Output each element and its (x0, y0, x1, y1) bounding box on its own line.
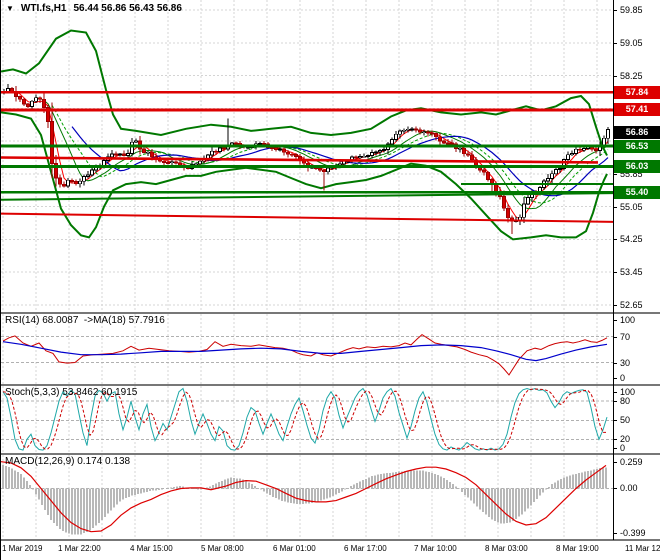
axis-tick (613, 336, 617, 338)
macd-label: MACD(12,26,9) 0.174 0.138 (5, 456, 131, 467)
axis-tick (613, 448, 617, 449)
time-axis-label: 8 Mar 03:00 (485, 544, 528, 553)
axis-tick (613, 362, 617, 364)
ohlc-values: 56.44 56.86 56.43 56.86 (73, 3, 182, 14)
price-badge: 57.41 (614, 103, 660, 117)
time-axis-label: 1 Mar 22:00 (58, 544, 101, 553)
axis-tick (613, 75, 617, 77)
axis-tick (613, 401, 617, 403)
time-axis-label: 11 Mar 12:00 (625, 544, 660, 553)
stoch-tick-label: 80 (620, 396, 631, 407)
macd-tick-label: 0.00 (620, 483, 638, 494)
axis-tick (613, 533, 617, 534)
stoch-tick-label: 0 (620, 443, 626, 453)
price-badge: 56.86 (614, 126, 660, 139)
price-tick-label: 53.45 (620, 267, 643, 278)
price-badge: 56.53 (614, 139, 660, 153)
stoch-label: Stoch(5,3,3) 53.8462 60.1915 (5, 387, 138, 398)
axis-tick (613, 420, 617, 422)
macd-tick-label: 0.259 (620, 457, 643, 467)
price-axis-line (613, 0, 614, 540)
price-badge: 56.03 (614, 160, 660, 173)
axis-tick (613, 378, 617, 379)
axis-tick (613, 320, 617, 321)
chart-title: ▼ WTI.fs,H1 56.44 56.86 56.43 56.86 (6, 3, 182, 14)
dropdown-arrow-icon[interactable]: ▼ (6, 4, 14, 14)
price-tick-label: 52.65 (620, 300, 643, 310)
rsi-label: RSI(14) 68.0087 ->MA(18) 57.7916 (5, 315, 165, 326)
symbol-period: WTI.fs,H1 (20, 3, 67, 14)
chart-window: ▼ WTI.fs,H1 56.44 56.86 56.43 56.86 RSI(… (0, 0, 660, 560)
price-tick-label: 59.05 (620, 37, 643, 48)
axis-tick (613, 173, 617, 175)
axis-tick (613, 239, 617, 241)
panel-separator[interactable] (1, 312, 660, 314)
price-tick-label: 54.25 (620, 234, 643, 245)
rsi-tick-label: 70 (620, 331, 631, 342)
axis-tick (613, 305, 617, 306)
axis-tick (613, 392, 617, 393)
axis-tick (613, 206, 617, 208)
time-axis-label: 1 Mar 2019 (2, 544, 43, 553)
time-axis-label: 7 Mar 10:00 (414, 544, 457, 553)
panel-separator[interactable] (1, 539, 660, 541)
panel-separator[interactable] (1, 384, 660, 386)
axis-tick (613, 462, 617, 463)
stoch-tick-label: 50 (620, 415, 631, 426)
axis-tick (613, 488, 617, 490)
time-axis-label: 4 Mar 15:00 (130, 544, 173, 553)
rsi-tick-label: 0 (620, 373, 626, 383)
axis-tick (613, 272, 617, 274)
price-badge: 55.40 (614, 185, 660, 199)
axis-tick (613, 10, 617, 11)
price-badge: 57.84 (614, 85, 660, 99)
axis-tick (613, 42, 617, 44)
rsi-tick-label: 30 (620, 357, 631, 368)
time-axis-label: 8 Mar 19:00 (556, 544, 599, 553)
time-axis-label: 6 Mar 01:00 (273, 544, 316, 553)
price-tick-label: 58.25 (620, 70, 643, 81)
rsi-tick-label: 100 (620, 315, 636, 325)
price-tick-label: 55.05 (620, 201, 643, 212)
axis-tick (613, 439, 617, 441)
time-axis-label: 6 Mar 17:00 (344, 544, 387, 553)
time-axis-label: 5 Mar 08:00 (201, 544, 244, 553)
price-tick-label: 59.85 (620, 5, 643, 15)
macd-tick-label: -0.399 (620, 528, 646, 538)
panel-separator[interactable] (1, 453, 660, 455)
